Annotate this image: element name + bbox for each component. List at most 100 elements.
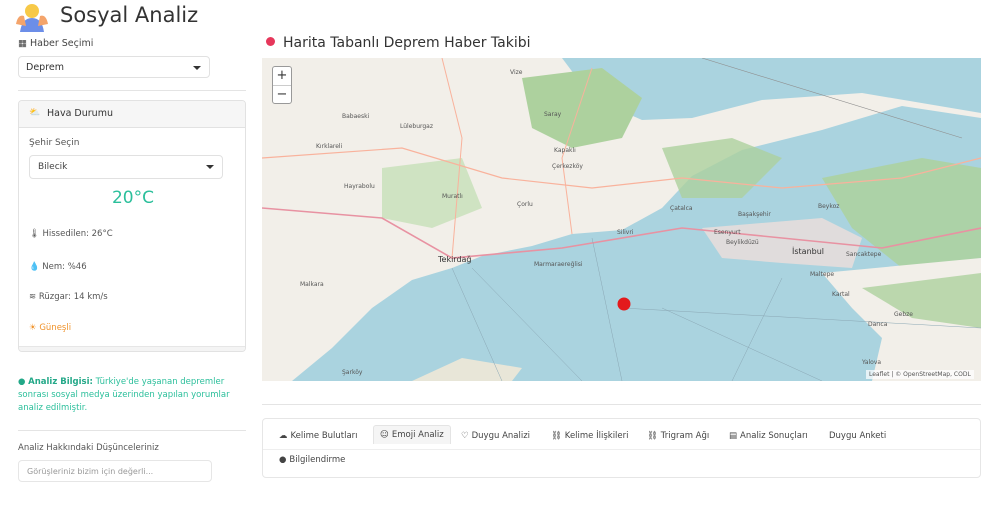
tab-information[interactable]: ● Bilgilendirme bbox=[273, 451, 351, 469]
svg-text:Çorlu: Çorlu bbox=[517, 201, 533, 208]
tab-label: Bilgilendirme bbox=[289, 455, 346, 465]
info-icon: ● bbox=[18, 377, 26, 387]
svg-text:Babaeski: Babaeski bbox=[342, 113, 370, 120]
tab-label: Duygu Anketi bbox=[829, 431, 887, 441]
svg-text:Silivri: Silivri bbox=[617, 229, 634, 236]
weather-panel-header: ⛅ Hava Durumu bbox=[19, 101, 245, 128]
humidity-row: 💧 Nem: %46 bbox=[29, 262, 87, 272]
info-icon: ● bbox=[279, 455, 287, 465]
chart-icon: ▤ bbox=[729, 431, 738, 441]
tab-word-relations[interactable]: ⛓ Kelime İlişkileri bbox=[545, 427, 635, 445]
wind-icon: ≋ bbox=[29, 292, 37, 302]
cloud-sun-icon: ⛅ bbox=[29, 108, 41, 118]
newspaper-icon: ▦ bbox=[18, 38, 30, 49]
tab-label: Analiz Sonuçları bbox=[740, 431, 808, 441]
tab-label: Kelime İlişkileri bbox=[564, 431, 629, 441]
tab-analysis-results[interactable]: ▤ Analiz Sonuçları bbox=[723, 427, 814, 445]
humidity-text: Nem: %46 bbox=[42, 262, 87, 272]
condition-row: ☀ Güneşli bbox=[29, 323, 71, 333]
tab-trigram-network[interactable]: ⛓ Trigram Ağı bbox=[641, 427, 715, 445]
map-tiles: Tekirdağ İstanbul Marmaraereğlisi Çorlu … bbox=[262, 58, 981, 381]
weather-panel-footer bbox=[19, 346, 245, 351]
city-select-value: Bilecik bbox=[38, 162, 68, 172]
svg-text:Kırklareli: Kırklareli bbox=[316, 143, 343, 150]
tab-label: Duygu Analizi bbox=[471, 431, 531, 441]
map-title: Harita Tabanlı Deprem Haber Takibi bbox=[266, 35, 530, 51]
news-selection-label: ▦ Haber Seçimi bbox=[18, 38, 93, 49]
network-icon: ⛓ bbox=[551, 431, 562, 441]
earthquake-marker[interactable] bbox=[617, 297, 631, 311]
tab-emoji-analysis[interactable]: ☺ Emoji Analiz bbox=[373, 425, 451, 444]
svg-text:Lüleburgaz: Lüleburgaz bbox=[400, 123, 433, 130]
svg-text:Esenyurt: Esenyurt bbox=[714, 229, 741, 236]
svg-text:Tekirdağ: Tekirdağ bbox=[437, 255, 472, 264]
news-label-text: Haber Seçimi bbox=[30, 38, 94, 49]
tab-sentiment-analysis[interactable]: ♡ Duygu Analizi bbox=[455, 427, 536, 445]
wind-row: ≋ Rüzgar: 14 km/s bbox=[29, 292, 108, 302]
analysis-info: ● Analiz Bilgisi: Türkiye'de yaşanan dep… bbox=[18, 376, 240, 415]
earthquake-map[interactable]: Tekirdağ İstanbul Marmaraereğlisi Çorlu … bbox=[262, 58, 981, 381]
svg-text:Şarköy: Şarköy bbox=[342, 369, 363, 376]
wind-text: Rüzgar: 14 km/s bbox=[38, 292, 108, 302]
svg-text:Sancaktepe: Sancaktepe bbox=[846, 251, 882, 258]
svg-text:Beylikdüzü: Beylikdüzü bbox=[726, 239, 759, 246]
condition-text: Güneşli bbox=[39, 323, 72, 333]
thoughts-input[interactable]: Görüşleriniz bizim için değerli... bbox=[18, 460, 212, 482]
city-label: Şehir Seçin bbox=[29, 138, 80, 148]
svg-text:Başakşehir: Başakşehir bbox=[738, 211, 771, 218]
news-select-value: Deprem bbox=[26, 62, 64, 73]
tab-label: Trigram Ağı bbox=[660, 431, 710, 441]
thoughts-placeholder: Görüşleriniz bizim için değerli... bbox=[27, 467, 154, 476]
zoom-control: + − bbox=[272, 66, 292, 104]
svg-text:Marmaraereğlisi: Marmaraereğlisi bbox=[534, 261, 583, 268]
caret-down-icon bbox=[193, 66, 201, 70]
app-logo bbox=[16, 4, 48, 32]
divider bbox=[18, 430, 246, 431]
droplet-icon: 💧 bbox=[29, 262, 40, 272]
svg-text:Maltepe: Maltepe bbox=[810, 271, 834, 278]
sun-icon: ☀ bbox=[29, 323, 37, 333]
svg-text:Darıca: Darıca bbox=[868, 321, 888, 328]
divider bbox=[18, 90, 246, 91]
zoom-out-button[interactable]: − bbox=[273, 86, 291, 104]
feels-like-row: 🌡 Hissedilen: 26°C bbox=[29, 229, 113, 239]
city-select[interactable]: Bilecik bbox=[29, 155, 223, 179]
svg-text:Hayrabolu: Hayrabolu bbox=[344, 183, 375, 190]
tab-word-clouds[interactable]: ☁ Kelime Bulutları bbox=[273, 427, 364, 445]
tab-label: Kelime Bulutları bbox=[290, 431, 358, 441]
tab-underline bbox=[263, 449, 980, 450]
caret-down-icon bbox=[206, 165, 214, 169]
map-title-text: Harita Tabanlı Deprem Haber Takibi bbox=[283, 35, 531, 51]
weather-panel: ⛅ Hava Durumu Şehir Seçin Bilecik 20°C 🌡… bbox=[18, 100, 246, 352]
cloud-icon: ☁ bbox=[279, 431, 288, 441]
svg-text:Muratlı: Muratlı bbox=[442, 193, 463, 200]
map-attribution[interactable]: Leaflet | © OpenStreetMap, CODL bbox=[866, 370, 974, 379]
svg-text:Yalova: Yalova bbox=[861, 359, 881, 366]
analysis-tabs: ☁ Kelime Bulutları ☺ Emoji Analiz ♡ Duygu A… bbox=[262, 418, 981, 478]
svg-text:Çerkezköy: Çerkezköy bbox=[552, 163, 583, 170]
svg-text:Kapaklı: Kapaklı bbox=[554, 147, 576, 154]
weather-title: Hava Durumu bbox=[47, 108, 113, 119]
svg-text:Kartal: Kartal bbox=[832, 291, 850, 298]
map-pin-icon bbox=[266, 37, 275, 46]
svg-text:Vize: Vize bbox=[510, 69, 523, 76]
zoom-in-button[interactable]: + bbox=[273, 67, 291, 86]
network-icon: ⛓ bbox=[647, 431, 658, 441]
svg-text:Gebze: Gebze bbox=[894, 311, 913, 318]
heart-icon: ♡ bbox=[461, 431, 469, 441]
temperature-value: 20°C bbox=[111, 188, 154, 208]
svg-text:Çatalca: Çatalca bbox=[670, 205, 693, 212]
news-select[interactable]: Deprem bbox=[18, 56, 210, 78]
divider bbox=[262, 404, 981, 405]
app-title: Sosyal Analiz bbox=[60, 3, 199, 27]
thoughts-label: Analiz Hakkındaki Düşünceleriniz bbox=[18, 443, 159, 453]
thermometer-icon: 🌡 bbox=[29, 229, 40, 239]
tab-label: Emoji Analiz bbox=[391, 430, 444, 440]
svg-text:İstanbul: İstanbul bbox=[792, 246, 824, 256]
svg-text:Beykoz: Beykoz bbox=[818, 203, 839, 210]
emoji-icon: ☺ bbox=[380, 430, 389, 440]
svg-text:Saray: Saray bbox=[544, 111, 562, 118]
feels-like-text: Hissedilen: 26°C bbox=[42, 229, 113, 239]
tab-sentiment-survey[interactable]: Duygu Anketi bbox=[823, 427, 892, 445]
analysis-info-title: Analiz Bilgisi: bbox=[28, 377, 93, 387]
